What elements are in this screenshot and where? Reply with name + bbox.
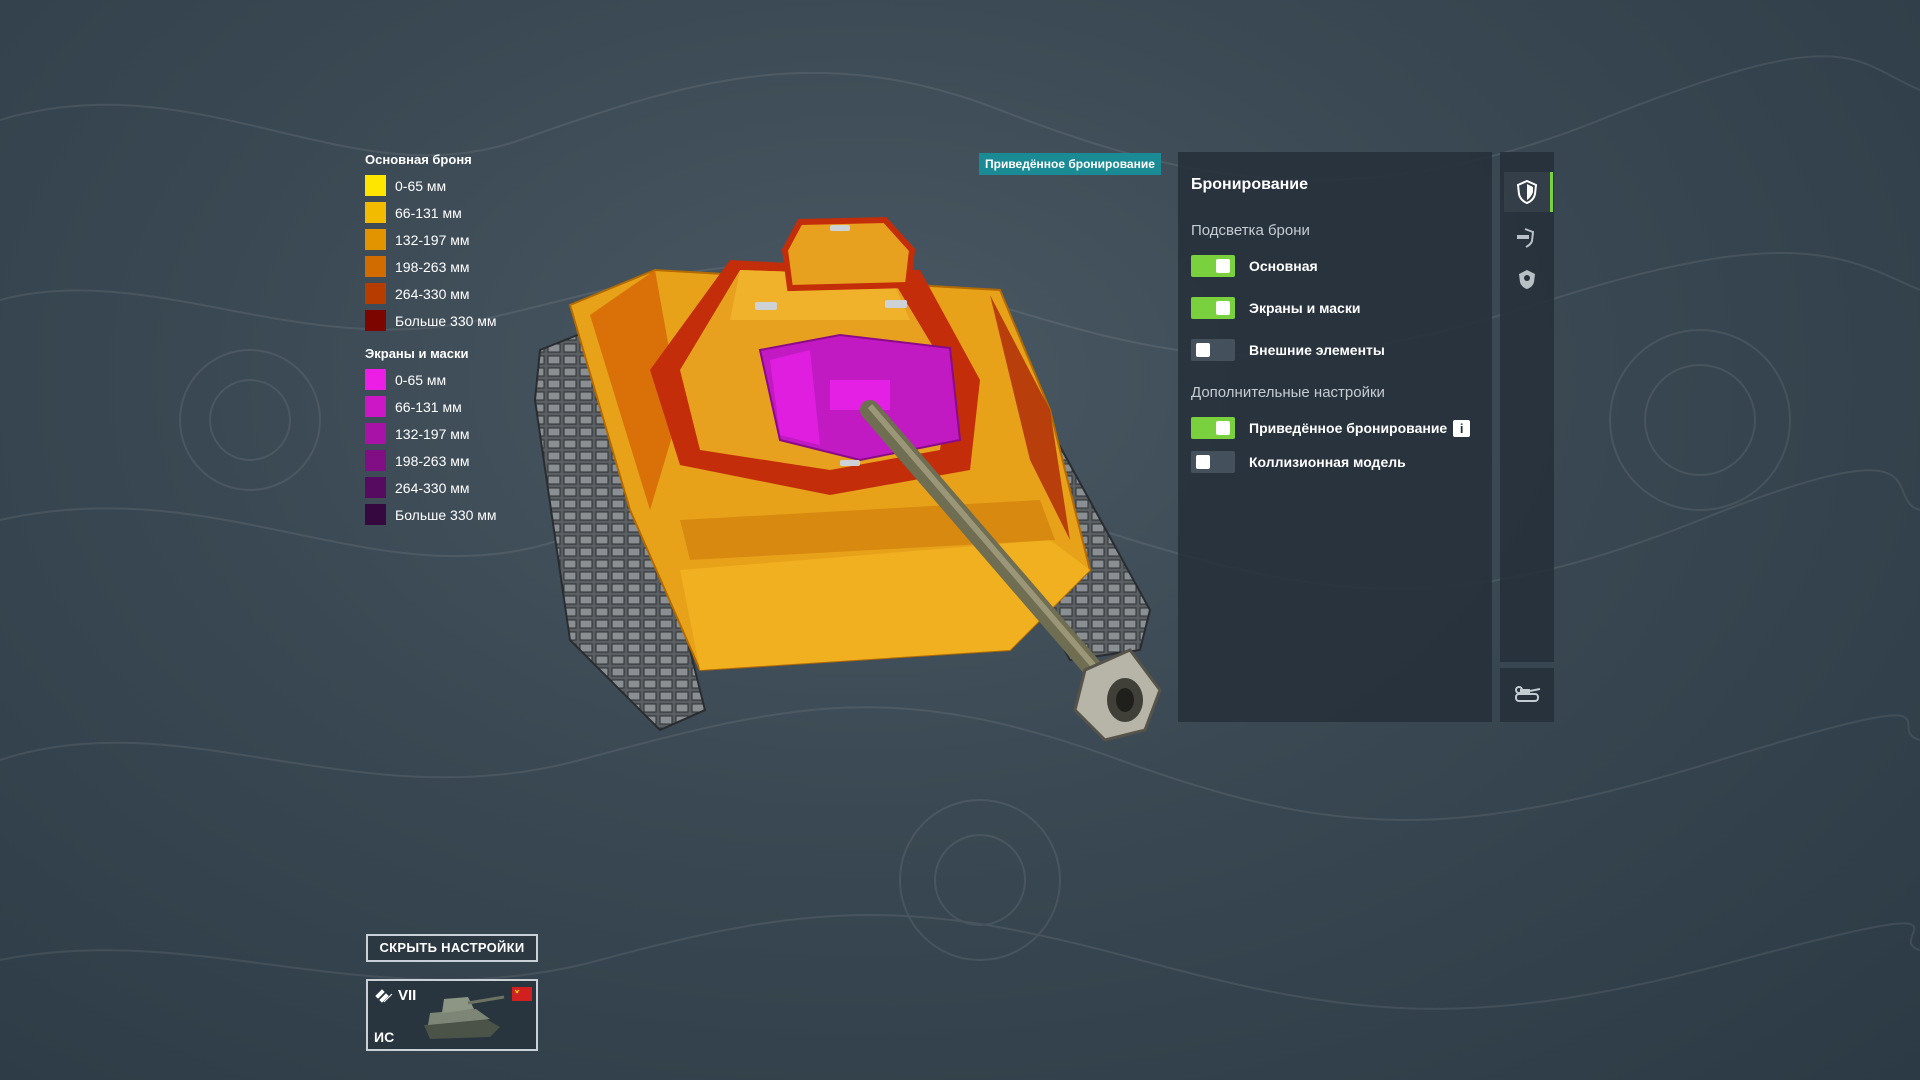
main-armor-legend-label: 264-330 мм xyxy=(395,285,470,302)
side-tab-strip xyxy=(1500,152,1554,662)
heavy-tank-class-icon xyxy=(375,989,393,1003)
main-armor-color-swatch xyxy=(365,229,386,250)
main-armor-color-swatch xyxy=(365,256,386,277)
screens-legend-item: Больше 330 мм xyxy=(365,504,515,525)
panel-title: Бронирование xyxy=(1191,176,1309,193)
screens-color-swatch xyxy=(365,369,386,390)
screens-legend-item: 264-330 мм xyxy=(365,477,515,498)
main-armor-color-swatch xyxy=(365,283,386,304)
screens-legend-item: 66-131 мм xyxy=(365,396,515,417)
main-armor-color-swatch xyxy=(365,202,386,223)
main-armor-legend-item: 264-330 мм xyxy=(365,283,515,304)
crew-icon[interactable] xyxy=(1514,266,1540,292)
section-armor-highlight: Подсветка брони xyxy=(1191,222,1310,239)
main-armor-color-swatch xyxy=(365,310,386,331)
effective-armor-badge: Приведённое бронирование xyxy=(979,153,1161,175)
screens-legend-label: 132-197 мм xyxy=(395,425,470,442)
option-external-label: Внешние элементы xyxy=(1249,342,1385,358)
option-collision-label: Коллизионная модель xyxy=(1249,454,1406,470)
main-armor-legend-item: 0-65 мм xyxy=(365,175,515,196)
option-effective-armor-label: Приведённое бронирование xyxy=(1249,420,1448,436)
screens-legend-label: 66-131 мм xyxy=(395,398,462,415)
armor-legend: Основная броня 0-65 мм 66-131 мм 132-197 м… xyxy=(365,152,515,531)
screens-color-swatch xyxy=(365,477,386,498)
shell-penetration-icon[interactable] xyxy=(1514,224,1540,250)
armor-shield-icon[interactable] xyxy=(1514,179,1540,205)
screens-color-swatch xyxy=(365,423,386,444)
vehicle-tier: VII xyxy=(398,987,417,1004)
vehicle-card[interactable]: VII ИС xyxy=(366,979,538,1051)
legend-screens-title: Экраны и маски xyxy=(365,346,469,361)
screens-legend-item: 132-197 мм xyxy=(365,423,515,444)
main-armor-legend-item: 66-131 мм xyxy=(365,202,515,223)
toggle-collision[interactable] xyxy=(1191,451,1235,473)
screens-legend-label: Больше 330 мм xyxy=(395,506,497,523)
toggle-effective-armor[interactable] xyxy=(1191,417,1235,439)
vehicle-settings-icon[interactable] xyxy=(1500,668,1554,722)
info-icon[interactable]: i xyxy=(1453,419,1471,437)
screens-legend-item: 0-65 мм xyxy=(365,369,515,390)
legend-main-title: Основная броня xyxy=(365,152,472,167)
main-armor-legend-item: 198-263 мм xyxy=(365,256,515,277)
option-external[interactable]: Внешние элементы xyxy=(1191,339,1385,361)
toggle-main-armor[interactable] xyxy=(1191,255,1235,277)
main-armor-color-swatch xyxy=(365,175,386,196)
screens-color-swatch xyxy=(365,504,386,525)
option-effective-armor[interactable]: Приведённое бронирование i xyxy=(1191,417,1471,439)
main-armor-legend-label: 66-131 мм xyxy=(395,204,462,221)
toggle-external[interactable] xyxy=(1191,339,1235,361)
main-armor-legend-label: 198-263 мм xyxy=(395,258,470,275)
screens-legend-label: 0-65 мм xyxy=(395,371,447,388)
option-main-armor[interactable]: Основная xyxy=(1191,255,1318,277)
screens-legend-label: 264-330 мм xyxy=(395,479,470,496)
option-screens[interactable]: Экраны и маски xyxy=(1191,297,1360,319)
screens-color-swatch xyxy=(365,396,386,417)
screens-color-swatch xyxy=(365,450,386,471)
option-collision[interactable]: Коллизионная модель xyxy=(1191,451,1406,473)
armor-settings-panel: Бронирование Подсветка брони Основная Эк… xyxy=(1178,152,1492,722)
main-armor-legend-label: 0-65 мм xyxy=(395,177,447,194)
main-armor-legend-item: 132-197 мм xyxy=(365,229,515,250)
toggle-screens[interactable] xyxy=(1191,297,1235,319)
hide-settings-button[interactable]: СКРЫТЬ НАСТРОЙКИ xyxy=(366,934,538,962)
tank-armor-model[interactable] xyxy=(530,210,1180,750)
vehicle-thumbnail xyxy=(424,995,505,1039)
main-armor-legend-label: Больше 330 мм xyxy=(395,312,497,329)
screens-legend-item: 198-263 мм xyxy=(365,450,515,471)
screens-legend-label: 198-263 мм xyxy=(395,452,470,469)
option-screens-label: Экраны и маски xyxy=(1249,300,1361,316)
main-armor-legend-item: Больше 330 мм xyxy=(365,310,515,331)
option-main-armor-label: Основная xyxy=(1249,258,1318,274)
ussr-flag-icon xyxy=(512,987,532,1001)
section-additional: Дополнительные настройки xyxy=(1191,384,1385,401)
main-armor-legend-label: 132-197 мм xyxy=(395,231,470,248)
vehicle-name: ИС xyxy=(374,1029,395,1045)
